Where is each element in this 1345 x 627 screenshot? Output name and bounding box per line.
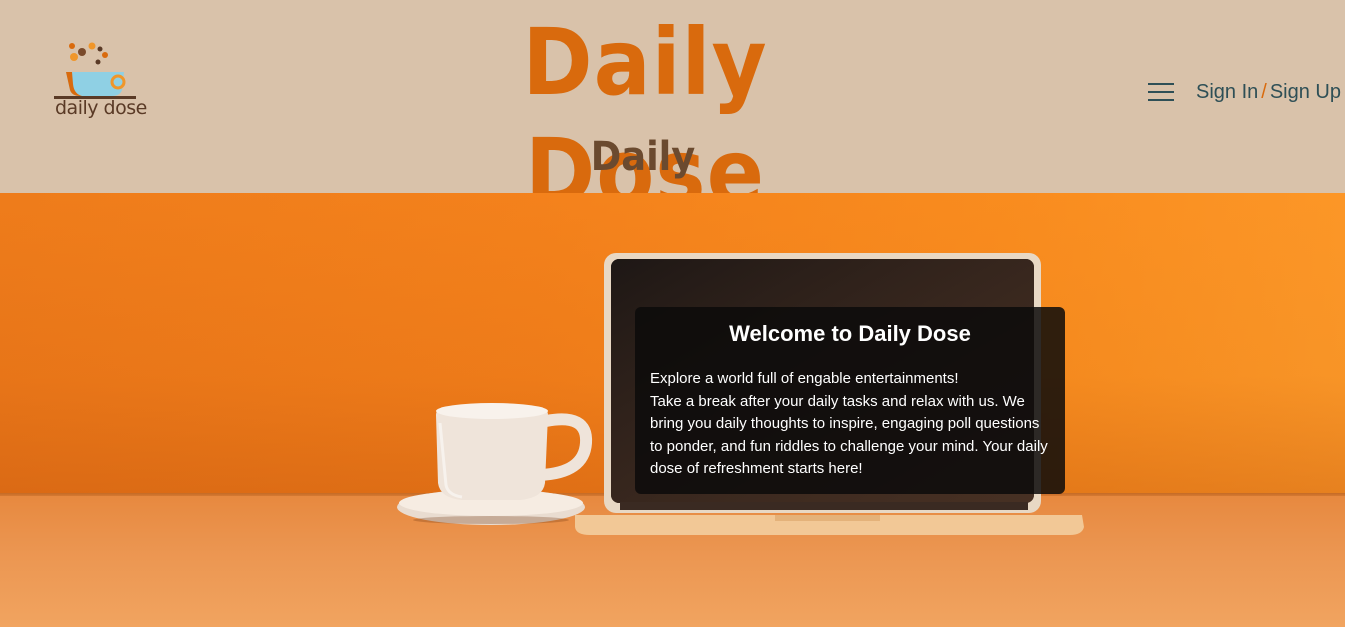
coffee-cup-icon <box>397 403 593 525</box>
hero-banner: Welcome to Daily Dose Explore a world fu… <box>0 193 1345 627</box>
auth-separator: / <box>1261 81 1267 103</box>
hamburger-menu-icon[interactable] <box>1146 78 1176 108</box>
cup-logo-icon <box>54 42 136 99</box>
logo-text: daily dose <box>55 97 147 119</box>
sign-up-link[interactable]: Sign Up <box>1270 81 1341 103</box>
sign-in-link[interactable]: Sign In <box>1196 81 1258 103</box>
welcome-description: Explore a world full of engable entertai… <box>650 368 1050 481</box>
welcome-title: Welcome to Daily Dose <box>729 321 971 346</box>
welcome-line-1: Explore a world full of engable entertai… <box>650 370 959 387</box>
site-header: daily dose Daily Dose Daily Entertainmen… <box>0 0 1345 238</box>
welcome-line-2: Take a break after your daily tasks and … <box>650 392 1048 478</box>
auth-links: Sign In / Sign Up <box>1196 79 1341 105</box>
welcome-card: Welcome to Daily Dose Explore a world fu… <box>635 307 1065 494</box>
